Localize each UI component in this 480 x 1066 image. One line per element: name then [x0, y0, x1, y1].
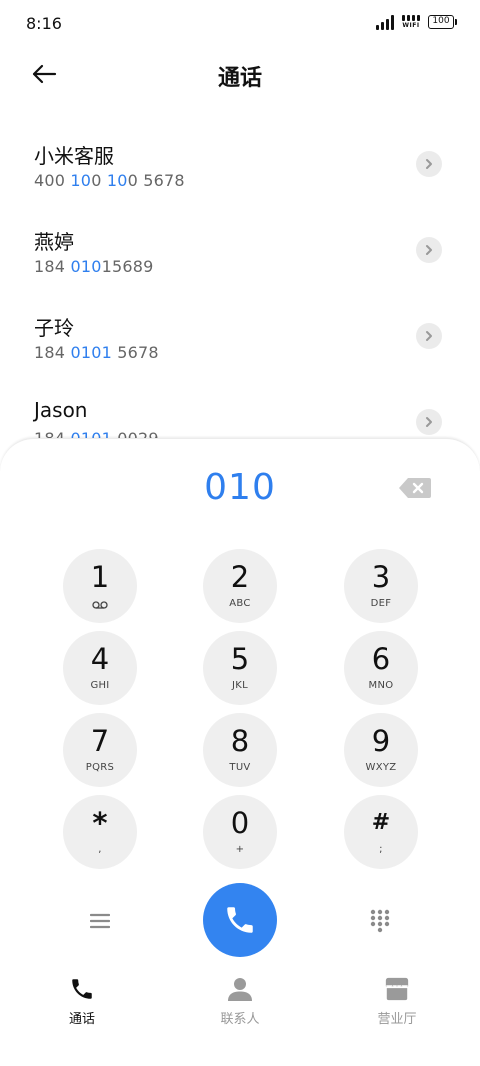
key-0[interactable]: 0 + — [203, 795, 277, 869]
page-title: 通话 — [217, 66, 262, 91]
battery-icon: 100 — [428, 15, 457, 29]
key-letters: JKL — [232, 680, 248, 691]
key-letters: GHI — [90, 680, 110, 691]
key-letters: PQRS — [85, 762, 115, 773]
key-6[interactable]: 6 MNO — [344, 631, 418, 705]
contact-item[interactable]: 燕婷 184 01015689 — [0, 206, 480, 292]
contact-number: 400 100 100 5678 — [34, 171, 185, 190]
key-digit: 9 — [371, 724, 391, 758]
key-letters: ABC — [229, 598, 251, 609]
nav-label: 联系人 — [220, 1012, 260, 1027]
key-letters: , — [98, 844, 102, 855]
phone-icon — [227, 907, 253, 933]
voicemail-icon — [92, 601, 108, 609]
store-icon — [384, 976, 410, 1002]
key-digit: 4 — [90, 642, 110, 676]
header: 通话 — [0, 46, 480, 102]
backspace-icon — [399, 478, 431, 498]
key-hash[interactable]: # ; — [344, 795, 418, 869]
key-digit: 2 — [230, 560, 250, 594]
contact-name: 子玲 — [34, 316, 74, 340]
key-digit: 0 — [230, 806, 250, 840]
key-digit: 8 — [230, 724, 250, 758]
keypad-toggle-button[interactable] — [362, 903, 398, 939]
tab-calls[interactable]: 通话 — [32, 970, 132, 1030]
key-digit: 1 — [90, 560, 110, 594]
call-button[interactable] — [203, 883, 277, 957]
status-icons: WIFI 100 — [376, 14, 457, 30]
contact-number: 184 01015689 — [34, 257, 153, 276]
contact-detail-button[interactable] — [416, 409, 442, 435]
key-letters: MNO — [368, 680, 394, 691]
person-icon — [227, 976, 253, 1002]
nav-label: 通话 — [68, 1012, 95, 1027]
contact-name: Jason — [34, 398, 88, 422]
key-letters: TUV — [229, 762, 251, 773]
key-digit: * — [92, 806, 108, 840]
tab-contacts[interactable]: 联系人 — [190, 970, 290, 1030]
number-segment: 184 — [34, 343, 71, 362]
chevron-right-icon — [426, 331, 432, 341]
contact-item[interactable]: Jason 184 0101 0029 — [0, 378, 480, 440]
key-7[interactable]: 7 PQRS — [63, 713, 137, 787]
key-8[interactable]: 8 TUV — [203, 713, 277, 787]
contact-item[interactable]: 小米客服 400 100 100 5678 — [0, 120, 480, 206]
key-9[interactable]: 9 WXYZ — [344, 713, 418, 787]
chevron-right-icon — [426, 159, 432, 169]
contact-detail-button[interactable] — [416, 323, 442, 349]
contact-name: 小米客服 — [34, 144, 114, 168]
number-segment: 400 — [34, 171, 66, 190]
menu-button[interactable] — [82, 903, 118, 939]
key-1[interactable]: 1 — [63, 549, 137, 623]
action-row — [0, 883, 480, 959]
delete-button[interactable] — [398, 477, 432, 499]
contact-name: 燕婷 — [34, 230, 74, 254]
contact-detail-button[interactable] — [416, 151, 442, 177]
number-match: 010 — [70, 257, 102, 276]
key-digit: 5 — [230, 642, 250, 676]
chevron-right-icon — [426, 417, 432, 427]
nav-label: 营业厅 — [377, 1012, 417, 1027]
chevron-right-icon — [426, 245, 432, 255]
key-letters: DEF — [370, 598, 392, 609]
contact-list: 小米客服 400 100 100 5678 燕婷 184 01015689 子玲… — [0, 120, 480, 440]
status-time: 8:16 — [26, 14, 62, 33]
number-match: 10 — [65, 171, 92, 190]
tab-business-hall[interactable]: 营业厅 — [347, 970, 447, 1030]
contact-item[interactable]: 子玲 184 0101 5678 — [0, 292, 480, 378]
number-match: 10 — [106, 171, 128, 190]
key-letters: WXYZ — [365, 762, 397, 773]
number-segment: 5678 — [111, 343, 159, 362]
signal-icon — [376, 14, 394, 30]
key-digit: 6 — [371, 642, 391, 676]
phone-icon — [69, 976, 95, 1002]
number-segment: 184 — [34, 257, 71, 276]
key-3[interactable]: 3 DEF — [344, 549, 418, 623]
wifi-label: WIFI — [402, 22, 420, 29]
key-digit: # — [371, 810, 391, 835]
key-4[interactable]: 4 GHI — [63, 631, 137, 705]
number-match: 0101 — [70, 343, 112, 362]
key-digit: 3 — [371, 560, 391, 594]
key-digit: 7 — [90, 724, 110, 758]
number-segment: 0 5678 — [127, 171, 185, 190]
number-segment: 0 — [91, 171, 107, 190]
key-star[interactable]: * , — [63, 795, 137, 869]
number-segment: 15689 — [101, 257, 154, 276]
key-letters: + — [235, 844, 245, 855]
key-letters: ; — [379, 844, 383, 855]
key-2[interactable]: 2 ABC — [203, 549, 277, 623]
contact-number: 184 0101 5678 — [34, 343, 159, 362]
key-5[interactable]: 5 JKL — [203, 631, 277, 705]
menu-icon — [90, 913, 110, 929]
contact-detail-button[interactable] — [416, 237, 442, 263]
bottom-nav: 通话 联系人 营业厅 — [0, 970, 480, 1030]
keypad-icon — [370, 909, 390, 933]
wifi-icon: WIFI — [402, 15, 420, 29]
status-bar: 8:16 WIFI 100 — [0, 0, 480, 46]
